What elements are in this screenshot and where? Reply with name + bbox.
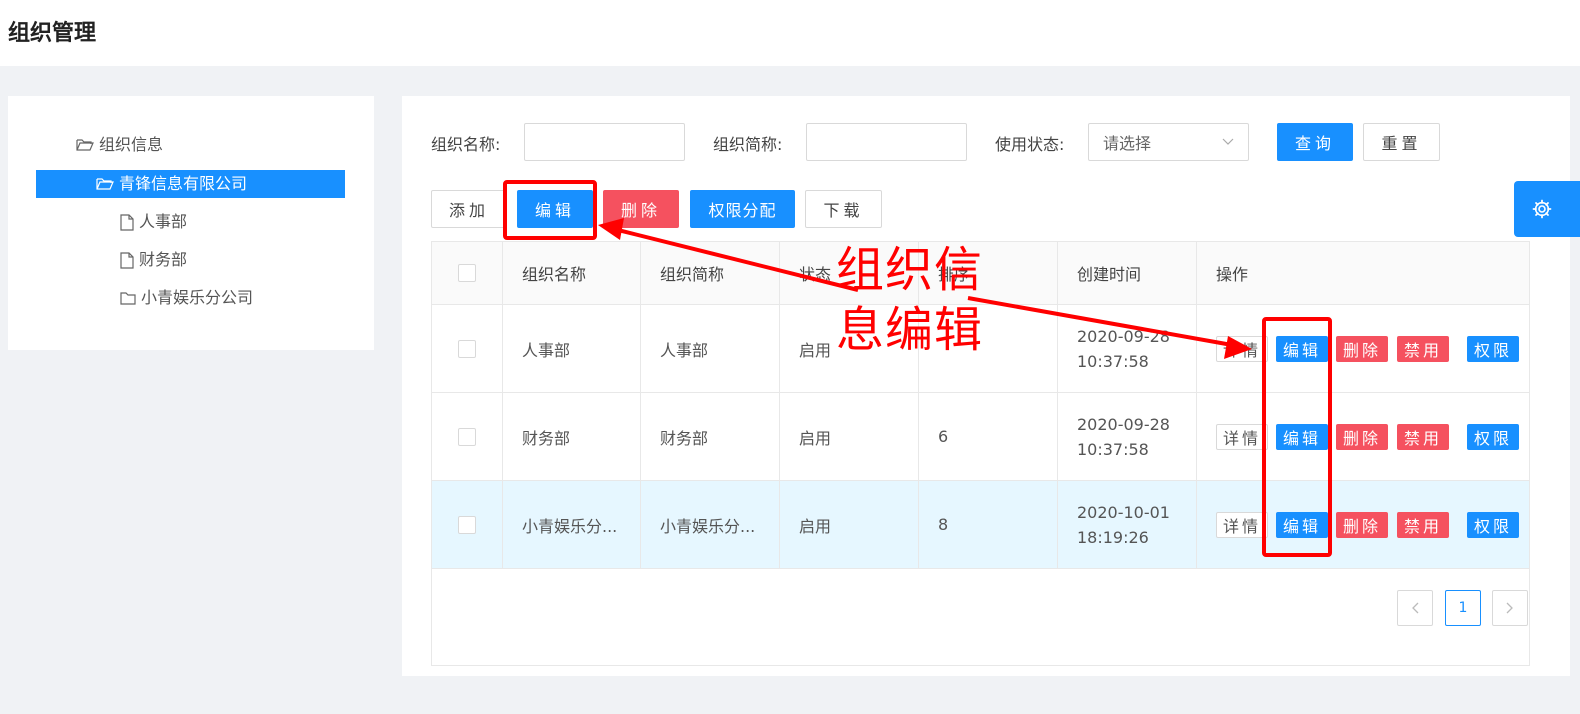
annotation-arrow-head <box>598 218 624 240</box>
annotation-arrow-line <box>967 296 1233 347</box>
annotation-label: 组织信息编辑 <box>836 242 984 358</box>
annotation-arrow-line <box>613 227 859 292</box>
annotation-arrows <box>598 218 1252 359</box>
annotation-arrow-head <box>1224 336 1252 359</box>
